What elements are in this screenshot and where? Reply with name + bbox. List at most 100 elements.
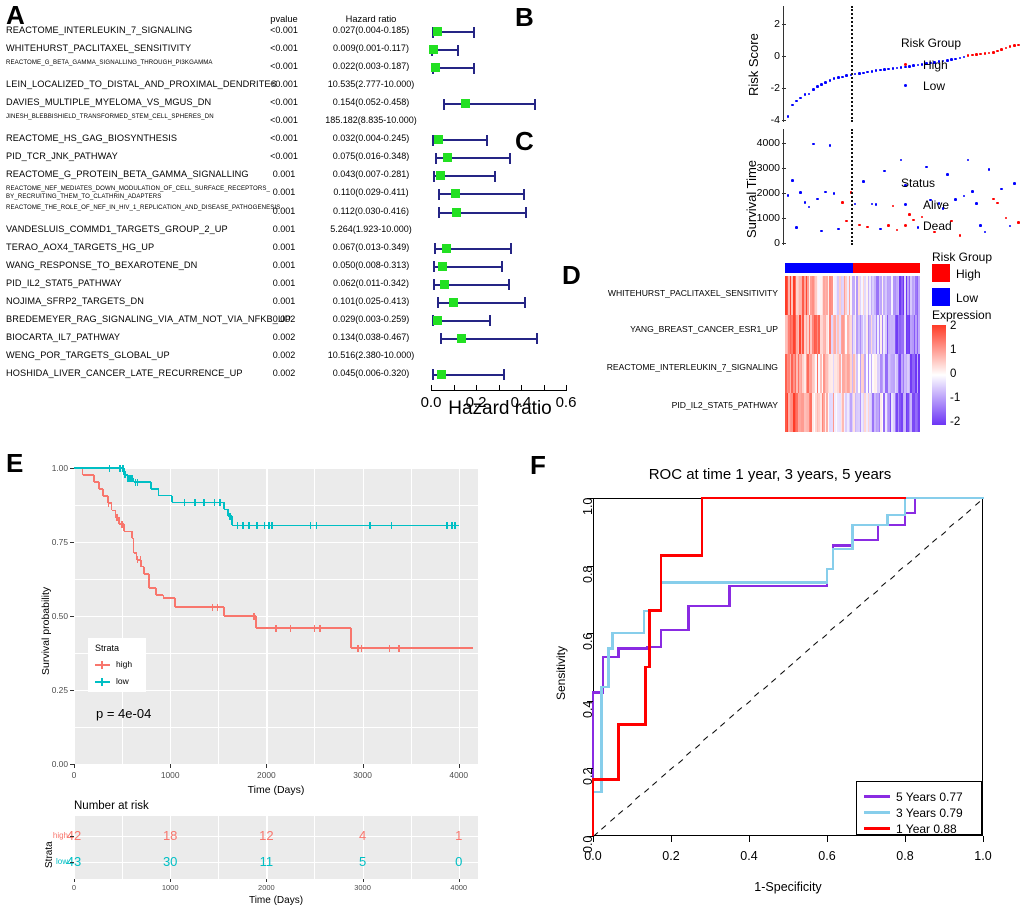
forest-row-label: DAVIES_MULTIPLE_MYELOMA_VS_MGUS_DN bbox=[6, 97, 212, 108]
heatmap-cell bbox=[918, 393, 921, 432]
forest-row-label: LEIN_LOCALIZED_TO_DISTAL_AND_PROXIMAL_DE… bbox=[6, 79, 277, 90]
survival-time-point bbox=[795, 226, 798, 229]
panel-d-riskgroup-swatch bbox=[932, 264, 950, 282]
risk-score-point bbox=[954, 57, 957, 61]
km-legend-censor bbox=[101, 661, 103, 669]
risk-table-row-tick bbox=[70, 862, 74, 863]
forest-row-pvalue: 0.001 bbox=[272, 295, 296, 306]
survival-time-point bbox=[845, 219, 849, 223]
roc-segment bbox=[687, 604, 690, 631]
panel-b-legend-label: Low bbox=[923, 79, 946, 93]
roc-ytick-mark bbox=[587, 768, 593, 770]
forest-row-pvalue: 0.001 bbox=[272, 223, 296, 234]
forest-row-label: JINESH_BLEBBISHIELD_TRANSFORMED_STEM_CEL… bbox=[6, 113, 214, 121]
risk-score-point bbox=[837, 76, 840, 79]
survival-time-point bbox=[803, 201, 807, 204]
risk-score-point bbox=[841, 75, 844, 79]
forest-row-hr: 0.032(0.004-0.245) bbox=[332, 133, 410, 144]
roc-segment bbox=[851, 523, 889, 527]
forest-row-hr: 0.062(0.011-0.342) bbox=[333, 277, 409, 288]
risk-score-point bbox=[832, 77, 836, 80]
risk-score-point bbox=[811, 88, 815, 91]
forest-row-label: WENG_POR_TARGETS_GLOBAL_UP bbox=[6, 349, 170, 360]
roc-segment bbox=[913, 496, 916, 515]
forest-row-hr: 0.110(0.029-0.411) bbox=[333, 187, 409, 198]
risk-score-point bbox=[807, 92, 811, 96]
risk-score-point bbox=[866, 70, 869, 74]
km-censor-tick bbox=[398, 644, 400, 652]
roc-xtick: 0.0 bbox=[584, 849, 602, 863]
heatmap-row-label: YANG_BREAST_CANCER_ESR1_UP bbox=[630, 324, 778, 334]
survival-time-point bbox=[908, 213, 911, 216]
survival-time-point bbox=[971, 190, 974, 193]
forest-point-estimate bbox=[436, 171, 446, 181]
km-censor-tick bbox=[216, 603, 219, 611]
panel-a-axis-tick bbox=[453, 385, 455, 391]
forest-row-label: REACTOME_THE_ROLE_OF_NEF_IN_HIV_1_REPLIC… bbox=[6, 203, 281, 211]
heatmap-row bbox=[785, 276, 921, 315]
km-censor-tick bbox=[451, 522, 453, 530]
forest-row-label: WHITEHURST_PACLITAXEL_SENSITIVITY bbox=[6, 43, 192, 54]
heatmap-grid bbox=[785, 276, 921, 432]
km-xtick-mark bbox=[170, 764, 172, 768]
colorbar-tickmark bbox=[946, 351, 949, 352]
km-pvalue: p = 4e-04 bbox=[96, 706, 152, 721]
km-censor-tick bbox=[313, 624, 316, 632]
km-censor-tick bbox=[194, 498, 196, 506]
survival-time-point bbox=[983, 230, 987, 234]
forest-row-hr: 0.075(0.016-0.348) bbox=[332, 151, 410, 162]
roc-segment bbox=[660, 554, 663, 612]
survival-time-point bbox=[824, 190, 828, 194]
survival-time-point bbox=[925, 165, 928, 169]
forest-row-label: BREDEMEYER_RAG_SIGNALING_VIA_ATM_NOT_VIA… bbox=[6, 313, 291, 324]
column-header-hazard-ratio: Hazard ratio bbox=[345, 14, 397, 24]
panel-c-legend-dot bbox=[904, 203, 907, 206]
forest-row-hr: 0.101(0.025-0.413) bbox=[332, 295, 410, 306]
km-censor-tick bbox=[360, 644, 363, 652]
heatmap-row-label: WHITEHURST_PACLITAXEL_SENSITIVITY bbox=[607, 288, 778, 298]
km-legend-censor bbox=[101, 678, 103, 686]
risk-score-point bbox=[1004, 46, 1008, 50]
survival-time-point bbox=[874, 203, 878, 206]
km-legend-title: Strata bbox=[95, 643, 120, 653]
survival-time-point bbox=[979, 224, 983, 227]
risk-gridline-minor-x bbox=[122, 816, 123, 879]
km-censor-tick bbox=[255, 522, 258, 530]
survival-time-point bbox=[878, 227, 882, 231]
km-xtick: 2000 bbox=[257, 770, 276, 780]
km-gridline-major-y bbox=[74, 542, 478, 544]
survival-time-point bbox=[887, 224, 890, 227]
roc-ytick-mark bbox=[587, 633, 593, 635]
panel-d-riskgroup-label: High bbox=[956, 267, 981, 281]
risk-score-point bbox=[820, 83, 823, 86]
forest-row-label: HOSHIDA_LIVER_CANCER_LATE_RECURRENCE_UP bbox=[6, 367, 243, 378]
forest-row-hr: 0.029(0.003-0.259) bbox=[332, 313, 410, 324]
km-censor-tick bbox=[242, 522, 245, 530]
panel-c-legend-label: Alive bbox=[923, 198, 950, 212]
panel-c-ytick: 0 bbox=[774, 237, 780, 249]
forest-ci-cap-low bbox=[437, 207, 440, 218]
risk-table-xtick: 1000 bbox=[161, 883, 179, 892]
risk-score-point bbox=[992, 51, 995, 54]
km-censor-tick bbox=[219, 498, 221, 506]
roc-segment bbox=[851, 523, 854, 550]
forest-row-hr: 0.134(0.038-0.467) bbox=[332, 331, 410, 342]
forest-row-label: WANG_RESPONSE_TO_BEXAROTENE_DN bbox=[6, 259, 198, 270]
forest-ci-cap-low bbox=[436, 297, 439, 309]
km-censor-tick bbox=[369, 522, 372, 530]
risk-score-point bbox=[950, 58, 953, 61]
forest-ci-cap-low bbox=[432, 170, 435, 182]
roc-legend-label: 3 Years 0.79 bbox=[896, 806, 963, 820]
colorbar-tickmark bbox=[946, 327, 949, 328]
roc-segment bbox=[701, 496, 704, 557]
roc-xtick-mark bbox=[593, 836, 594, 842]
risk-gridline-x bbox=[458, 816, 461, 879]
forest-ci-cap-low bbox=[442, 98, 445, 110]
forest-row-pvalue: <0.001 bbox=[270, 43, 298, 54]
survival-time-point bbox=[958, 233, 962, 237]
forest-row-pvalue: 0.002 bbox=[272, 331, 296, 342]
panel-b-cutoff-line bbox=[851, 6, 853, 122]
forest-row-hr: 0.154(0.052-0.458) bbox=[332, 97, 410, 108]
roc-segment bbox=[831, 547, 835, 571]
forest-row-hr: 0.027(0.004-0.185) bbox=[332, 25, 410, 35]
